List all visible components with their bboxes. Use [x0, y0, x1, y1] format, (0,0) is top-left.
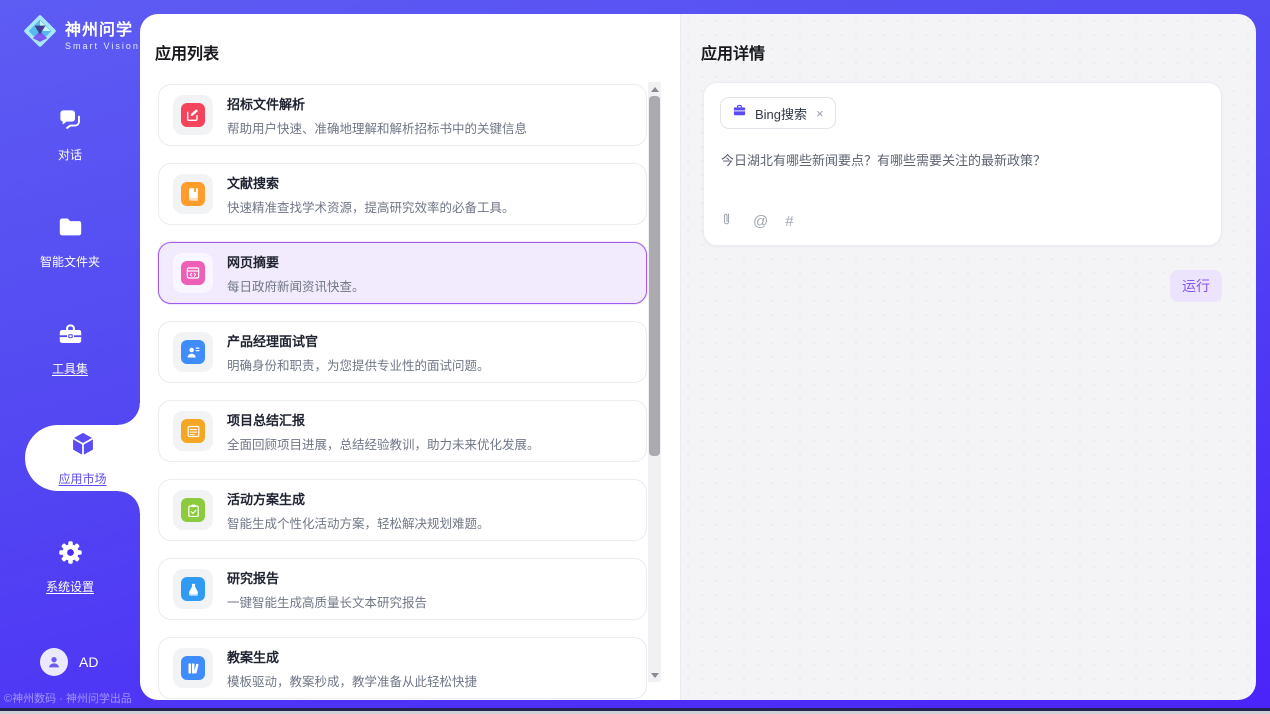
user-initials: AD [79, 654, 98, 670]
app-card-web-summary[interactable]: 网页摘要 每日政府新闻资讯快查。 [158, 242, 647, 304]
folder-icon [57, 214, 84, 246]
app-icon-tile [173, 332, 213, 372]
clipboard-check-icon [181, 498, 205, 522]
copyright-footer: ©神州数码 · 神州问学出品 [4, 690, 132, 706]
paperclip-icon[interactable] [721, 211, 736, 232]
app-card-bid-analysis[interactable]: 招标文件解析 帮助用户快速、准确地理解和解析招标书中的关键信息 [158, 84, 647, 146]
sidebar-nav: 对话 智能文件夹 [0, 104, 140, 643]
sidebar-item-label: 工具集 [52, 360, 88, 377]
hash-tag-icon[interactable]: # [785, 213, 793, 230]
brand-subtitle: Smart Vision [65, 41, 140, 51]
app-title: 文献搜索 [227, 173, 515, 192]
sidebar-item-label: 对话 [58, 146, 82, 163]
app-icon-tile [173, 569, 213, 609]
interviewer-icon [181, 340, 205, 364]
chip-close-icon[interactable]: × [815, 106, 825, 121]
code-window-icon [181, 261, 205, 285]
app-desc: 全面回顾项目进展，总结经验教训，助力未来优化发展。 [227, 434, 540, 453]
app-title: 产品经理面试官 [227, 331, 490, 350]
toolbox-icon [57, 321, 84, 353]
app-card-literature-search[interactable]: 文献搜索 快速精准查找学术资源，提高研究效率的必备工具。 [158, 163, 647, 225]
scrollbar-up-arrow[interactable] [648, 82, 661, 96]
editor-toolbar: @ # [721, 211, 794, 232]
sidebar-item-label: 应用市场 [58, 470, 106, 487]
app-title: 研究报告 [227, 568, 427, 587]
run-button[interactable]: 运行 [1170, 270, 1222, 302]
book-icon [181, 182, 205, 206]
ink-bottle-icon [181, 577, 205, 601]
app-detail-panel: 应用详情 Bing搜索 × 今日湖北有哪些新闻要点？有哪些需要关注的最新政策？ [680, 14, 1256, 700]
scrollbar-thumb[interactable] [649, 96, 660, 456]
main-content: 应用列表 招标文件解析 帮助用户快速、准确地理解和解析招标书中的关键信 [140, 14, 1256, 700]
app-card-list: 招标文件解析 帮助用户快速、准确地理解和解析招标书中的关键信息 [158, 84, 647, 700]
at-mention-icon[interactable]: @ [753, 213, 768, 230]
app-detail-title: 应用详情 [701, 40, 765, 64]
app-list-title: 应用列表 [155, 40, 219, 64]
app-title: 项目总结汇报 [227, 410, 540, 429]
tool-chip-label: Bing搜索 [755, 104, 807, 123]
app-title: 活动方案生成 [227, 489, 490, 508]
scrollbar-down-arrow[interactable] [648, 668, 661, 682]
sidebar-item-app-market[interactable]: 应用市场 [25, 425, 140, 491]
edit-document-icon [181, 103, 205, 127]
avatar [40, 648, 68, 676]
user-profile[interactable]: AD [40, 648, 98, 676]
app-desc: 智能生成个性化活动方案，轻松解决规划难题。 [227, 513, 490, 532]
app-desc: 快速精准查找学术资源，提高研究效率的必备工具。 [227, 197, 515, 216]
sidebar: 神州问学 Smart Vision 对话 [0, 0, 140, 714]
query-editor-card[interactable]: Bing搜索 × 今日湖北有哪些新闻要点？有哪些需要关注的最新政策？ @ # [703, 82, 1222, 246]
app-title: 网页摘要 [227, 252, 365, 271]
app-desc: 帮助用户快速、准确地理解和解析招标书中的关键信息 [227, 118, 527, 137]
brand-name: 神州问学 [65, 16, 140, 40]
app-card-project-summary[interactable]: 项目总结汇报 全面回顾项目进展，总结经验教训，助力未来优化发展。 [158, 400, 647, 462]
brand-logo: 神州问学 Smart Vision [22, 13, 140, 54]
app-list-panel: 应用列表 招标文件解析 帮助用户快速、准确地理解和解析招标书中的关键信 [140, 14, 680, 700]
app-window: 神州问学 Smart Vision 对话 [0, 0, 1270, 714]
sidebar-item-settings[interactable]: 系统设置 [0, 536, 140, 598]
sidebar-item-label: 系统设置 [46, 578, 94, 595]
books-icon [181, 656, 205, 680]
app-desc: 一键智能生成高质量长文本研究报告 [227, 592, 427, 611]
sidebar-item-label: 智能文件夹 [40, 253, 100, 270]
note-icon [181, 419, 205, 443]
app-icon-tile [173, 490, 213, 530]
app-card-pm-interviewer[interactable]: 产品经理面试官 明确身份和职责，为您提供专业性的面试问题。 [158, 321, 647, 383]
app-icon-tile [173, 253, 213, 293]
sidebar-item-chat[interactable]: 对话 [0, 104, 140, 166]
app-icon-tile [173, 95, 213, 135]
app-desc: 每日政府新闻资讯快查。 [227, 276, 365, 295]
scrollbar[interactable] [648, 82, 661, 682]
app-desc: 模板驱动，教案秒成，教学准备从此轻松快捷 [227, 671, 477, 690]
tool-chip-bing-search[interactable]: Bing搜索 × [720, 97, 836, 129]
app-card-activity-plan[interactable]: 活动方案生成 智能生成个性化活动方案，轻松解决规划难题。 [158, 479, 647, 541]
app-title: 招标文件解析 [227, 94, 527, 113]
app-icon-tile [173, 174, 213, 214]
app-card-lesson-plan[interactable]: 教案生成 模板驱动，教案秒成，教学准备从此轻松快捷 [158, 637, 647, 699]
gear-icon [57, 539, 84, 571]
sidebar-item-toolset[interactable]: 工具集 [0, 318, 140, 380]
app-title: 教案生成 [227, 647, 477, 666]
briefcase-icon [732, 103, 747, 123]
sidebar-item-smart-folder[interactable]: 智能文件夹 [0, 211, 140, 273]
app-icon-tile [173, 411, 213, 451]
app-icon-tile [173, 648, 213, 688]
diamond-logo-icon [22, 13, 58, 54]
app-desc: 明确身份和职责，为您提供专业性的面试问题。 [227, 355, 490, 374]
cube-icon [69, 430, 97, 463]
app-card-research-report[interactable]: 研究报告 一键智能生成高质量长文本研究报告 [158, 558, 647, 620]
chat-icon [57, 107, 84, 139]
query-text[interactable]: 今日湖北有哪些新闻要点？有哪些需要关注的最新政策？ [721, 151, 1204, 171]
